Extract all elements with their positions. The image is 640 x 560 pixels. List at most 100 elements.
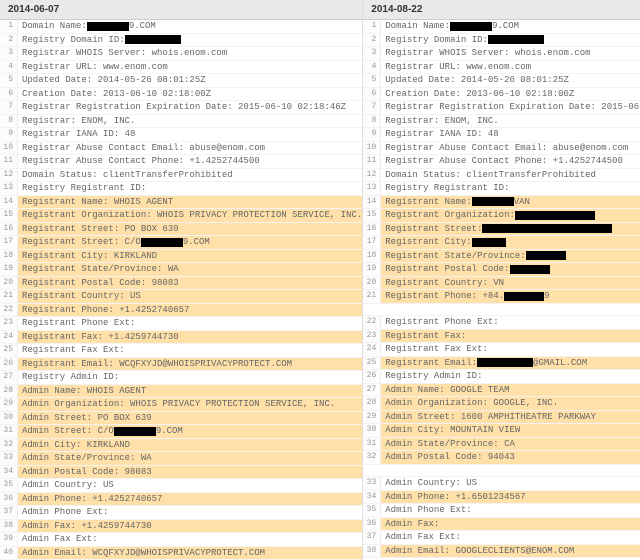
line-number: 8 <box>0 115 18 128</box>
right-row: 3Registrar WHOIS Server: whois.enom.com <box>363 47 640 61</box>
line-text: Registrar URL: www.enom.com <box>381 61 531 74</box>
right-row: 36Admin Fax: <box>363 518 640 532</box>
right-row: 16Registrant Street: <box>363 223 640 237</box>
left-rows: 1Domain Name: 9.COM2Registry Domain ID: … <box>0 20 362 560</box>
line-text: Registry Domain ID: <box>381 34 544 47</box>
line-number: 16 <box>363 223 381 236</box>
text-segment: Registrant State/Province: WA <box>22 263 179 276</box>
line-text: Admin Phone Ext: <box>18 506 108 519</box>
line-number: 20 <box>0 277 18 290</box>
left-row: 2Registry Domain ID: <box>0 34 362 48</box>
right-row: 24Registrant Fax Ext: <box>363 343 640 357</box>
line-text: Registrant Phone Ext: <box>381 316 498 329</box>
right-row: 8Registrar: ENOM, INC. <box>363 115 640 129</box>
line-number: 23 <box>363 330 381 343</box>
text-segment: Registrar IANA ID: 48 <box>385 128 498 141</box>
line-number: 19 <box>0 263 18 276</box>
line-text: Admin State/Province: WA <box>18 452 152 465</box>
text-segment: Registrar Abuse Contact Phone: +1.425274… <box>385 155 623 168</box>
line-number: 23 <box>0 317 18 330</box>
line-number: 9 <box>363 128 381 141</box>
line-number: 27 <box>0 371 18 384</box>
right-row: 9 Registrar IANA ID: 48 <box>363 128 640 142</box>
left-row: 10Registrar Abuse Contact Email: abuse@e… <box>0 142 362 156</box>
text-segment: Admin Fax Ext: <box>22 533 98 546</box>
left-row: 20Registrant Postal Code: 98083 <box>0 277 362 291</box>
line-number: 11 <box>0 155 18 168</box>
left-row: 3Registrar WHOIS Server: whois.enom.com <box>0 47 362 61</box>
line-text: Admin Postal Code: 94043 <box>381 451 515 464</box>
text-segment: Registrant Phone: +84. <box>385 290 504 303</box>
right-row: 31Admin State/Province: CA <box>363 438 640 452</box>
line-text: Registrant Fax Ext: <box>381 343 488 356</box>
line-text: Registrant Email: WCQFXYJD@WHOISPRIVACYP… <box>18 358 292 371</box>
line-number: 39 <box>0 533 18 546</box>
line-text: Admin Street: PO BOX 639 <box>18 412 152 425</box>
line-number: 17 <box>0 236 18 249</box>
right-row: 4Registrar URL: www.enom.com <box>363 61 640 75</box>
line-text: Admin Name: WHOIS AGENT <box>18 385 146 398</box>
line-number: 5 <box>363 74 381 87</box>
text-segment: Registrar Registration Expiration Date: … <box>22 101 346 114</box>
line-text: Admin City: MOUNTAIN VIEW <box>381 424 520 437</box>
left-header: 2014-06-07 <box>0 0 362 20</box>
line-text: Registrant City: <box>381 236 505 249</box>
line-number: 15 <box>0 209 18 222</box>
right-row: 1Domain Name: 9.COM <box>363 20 640 34</box>
left-row: 4Registrar URL: www.enom.com <box>0 61 362 75</box>
line-number: 18 <box>363 250 381 263</box>
text-segment: Registrant Fax: +1.4259744730 <box>22 331 179 344</box>
line-text: Admin Country: US <box>18 479 114 492</box>
right-row: 6Creation Date: 2013-06-10 02:18:00Z <box>363 88 640 102</box>
text-segment: Admin City: MOUNTAIN VIEW <box>385 424 520 437</box>
left-row: 39 Admin Fax Ext: <box>0 533 362 547</box>
line-number: 38 <box>363 545 381 558</box>
left-row: 8Registrar: ENOM, INC. <box>0 115 362 129</box>
text-segment: Admin Fax: <box>385 518 439 531</box>
left-row: 11Registrar Abuse Contact Phone: +1.4252… <box>0 155 362 169</box>
line-text: Registrant Phone Ext: <box>18 317 135 330</box>
left-row: 7 Registrar Registration Expiration Date:… <box>0 101 362 115</box>
left-row: 15Registrant Organization: WHOIS PRIVACY… <box>0 209 362 223</box>
line-text: Registrant Name: WHOIS AGENT <box>18 196 173 209</box>
text-segment: Registrant City: <box>385 236 471 249</box>
line-text: Registrant Postal Code: <box>381 263 549 276</box>
text-segment: Admin Name: WHOIS AGENT <box>22 385 146 398</box>
left-row: 28Admin Name: WHOIS AGENT <box>0 385 362 399</box>
line-number: 18 <box>0 250 18 263</box>
right-row: 38 Admin Email: GOOGLECLIENTS@ENOM.COM <box>363 545 640 559</box>
line-number: 21 <box>0 290 18 303</box>
text-segment: Registrant Fax Ext: <box>385 343 488 356</box>
redaction-block <box>125 35 181 44</box>
text-segment: Registry Admin ID: <box>22 371 119 384</box>
line-text: Admin Street: C/O 9.COM <box>18 425 183 438</box>
line-text: Registrant Phone: +1.4252740657 <box>18 304 189 317</box>
right-row <box>363 304 640 317</box>
redaction-block <box>477 358 533 367</box>
line-number: 3 <box>363 47 381 60</box>
line-text: Registrant Organization: WHOIS PRIVACY P… <box>18 209 362 222</box>
text-segment: Creation Date: 2013-06-10 02:18:00Z <box>385 88 574 101</box>
text-segment: Admin Email: GOOGLECLIENTS@ENOM.COM <box>385 545 574 558</box>
text-segment: Registry Admin ID: <box>385 370 482 383</box>
left-row: 26Registrant Email: WCQFXYJD@WHOISPRIVAC… <box>0 358 362 372</box>
text-segment: Admin Country: US <box>22 479 114 492</box>
text-segment: Registry Registrant ID: <box>22 182 146 195</box>
text-segment: Admin Fax: +1.4259744730 <box>22 520 152 533</box>
text-segment: Admin Fax Ext: <box>385 531 461 544</box>
line-number: 24 <box>0 331 18 344</box>
line-number: 29 <box>0 398 18 411</box>
text-segment: Admin Postal Code: 94043 <box>385 451 515 464</box>
right-row <box>363 465 640 478</box>
text-segment: Registry Domain ID: <box>385 34 488 47</box>
right-row: 10Registrar Abuse Contact Email: abuse@e… <box>363 142 640 156</box>
line-text: Registrant Street: C/O 9.COM <box>18 236 210 249</box>
line-number: 7 <box>0 101 18 114</box>
line-text: Admin Postal Code: 98083 <box>18 466 152 479</box>
line-text: Registrar IANA ID: 48 <box>18 128 135 141</box>
text-segment: Admin Organization: WHOIS PRIVACY PROTEC… <box>22 398 335 411</box>
right-row: 18Registrant State/Province: <box>363 250 640 264</box>
line-text: Admin Phone: +1.6501234567 <box>381 491 525 504</box>
right-row: 14Registrant Name: VAN <box>363 196 640 210</box>
line-number: 25 <box>363 357 381 370</box>
